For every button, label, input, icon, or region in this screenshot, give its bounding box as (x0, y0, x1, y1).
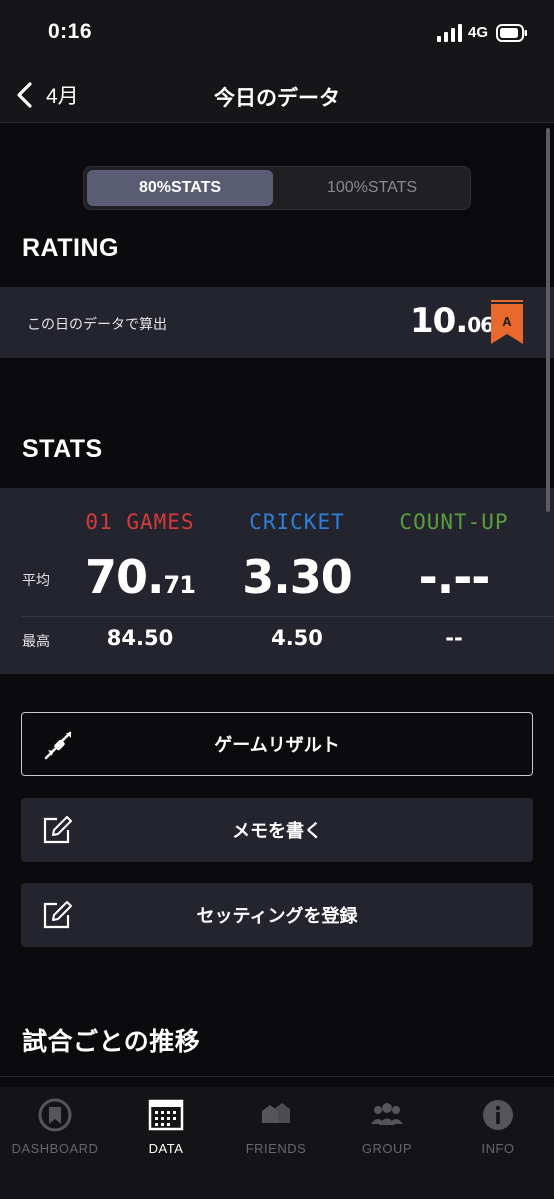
edit-icon (43, 816, 72, 844)
page-title: 今日のデータ (214, 87, 340, 110)
write-memo-button[interactable]: メモを書く (21, 798, 533, 862)
group-icon (371, 1103, 403, 1125)
rating-value-int: 10. (410, 301, 468, 341)
tab-group[interactable]: GROUP (332, 1097, 442, 1167)
segment-100-stats[interactable]: 100%STATS (276, 170, 468, 206)
avg-01-games: 70.71 (55, 550, 225, 604)
avg-01-games-dec: 71 (163, 571, 196, 599)
rating-value: 10.06 (410, 301, 494, 341)
tab-friends[interactable]: FRIENDS (221, 1097, 331, 1167)
stats-divider (22, 616, 554, 617)
max-01-games: 84.50 (106, 626, 174, 650)
signal-icon (437, 24, 462, 42)
trend-divider (0, 1076, 554, 1077)
tab-dashboard[interactable]: DASHBOARD (0, 1097, 110, 1167)
game-result-label: ゲームリザルト (214, 735, 340, 755)
tab-data[interactable]: DATA (111, 1097, 221, 1167)
stats-table: 01 GAMES CRICKET COUNT-UP 平均 70.71 3.30 … (0, 488, 554, 674)
battery-icon (496, 24, 527, 42)
average-label: 平均 (22, 572, 50, 588)
scrollbar[interactable] (546, 128, 550, 512)
info-icon (483, 1100, 513, 1130)
edit-icon (43, 901, 72, 929)
category-count-up: COUNT-UP (399, 510, 509, 534)
network-type: 4G (468, 24, 489, 41)
category-01-games: 01 GAMES (85, 510, 195, 534)
trend-heading: 試合ごとの推移 (22, 1028, 201, 1056)
rating-class-letter: A (502, 314, 512, 329)
dashboard-icon (38, 1098, 72, 1132)
status-time: 0:16 (48, 20, 93, 43)
tab-bar: DASHBOARD DATA FRIENDS GROUP INFO (0, 1087, 554, 1199)
stats-heading: STATS (22, 435, 103, 463)
tab-friends-label: FRIENDS (245, 1141, 307, 1156)
max-count-up: -- (445, 626, 463, 650)
stats-mode-segment: 80%STATS 100%STATS (83, 166, 471, 210)
tab-data-label: DATA (148, 1141, 184, 1156)
max-cricket: 4.50 (271, 626, 323, 650)
tab-info-label: INFO (481, 1141, 515, 1156)
status-bar: 0:16 4G (0, 0, 554, 66)
register-setting-label: セッティングを登録 (196, 906, 358, 926)
avg-01-games-int: 70. (85, 550, 164, 604)
rating-description: この日のデータで算出 (27, 316, 167, 332)
rating-row: この日のデータで算出 10.06 (0, 287, 554, 358)
rating-value-dec: 06 (467, 313, 494, 337)
game-result-button[interactable]: ゲームリザルト (21, 712, 533, 776)
register-setting-button[interactable]: セッティングを登録 (21, 883, 533, 947)
dart-icon (44, 731, 72, 760)
tab-dashboard-label: DASHBOARD (11, 1141, 99, 1156)
tab-group-label: GROUP (361, 1141, 413, 1156)
avg-count-up-int: -.-- (418, 550, 491, 604)
avg-cricket-int: 3.30 (242, 550, 352, 604)
max-label: 最高 (22, 633, 50, 649)
rating-class-flag: A (491, 300, 523, 344)
rating-heading: RATING (22, 234, 119, 262)
navigation-bar: 4月 今日のデータ (0, 66, 554, 123)
write-memo-label: メモを書く (232, 821, 322, 841)
friends-icon (262, 1103, 290, 1123)
tab-info[interactable]: INFO (443, 1097, 553, 1167)
avg-count-up: -.-- (369, 550, 539, 604)
avg-cricket: 3.30 (212, 550, 382, 604)
segment-80-stats[interactable]: 80%STATS (87, 170, 273, 206)
calendar-icon (148, 1099, 184, 1131)
category-cricket: CRICKET (249, 510, 345, 534)
